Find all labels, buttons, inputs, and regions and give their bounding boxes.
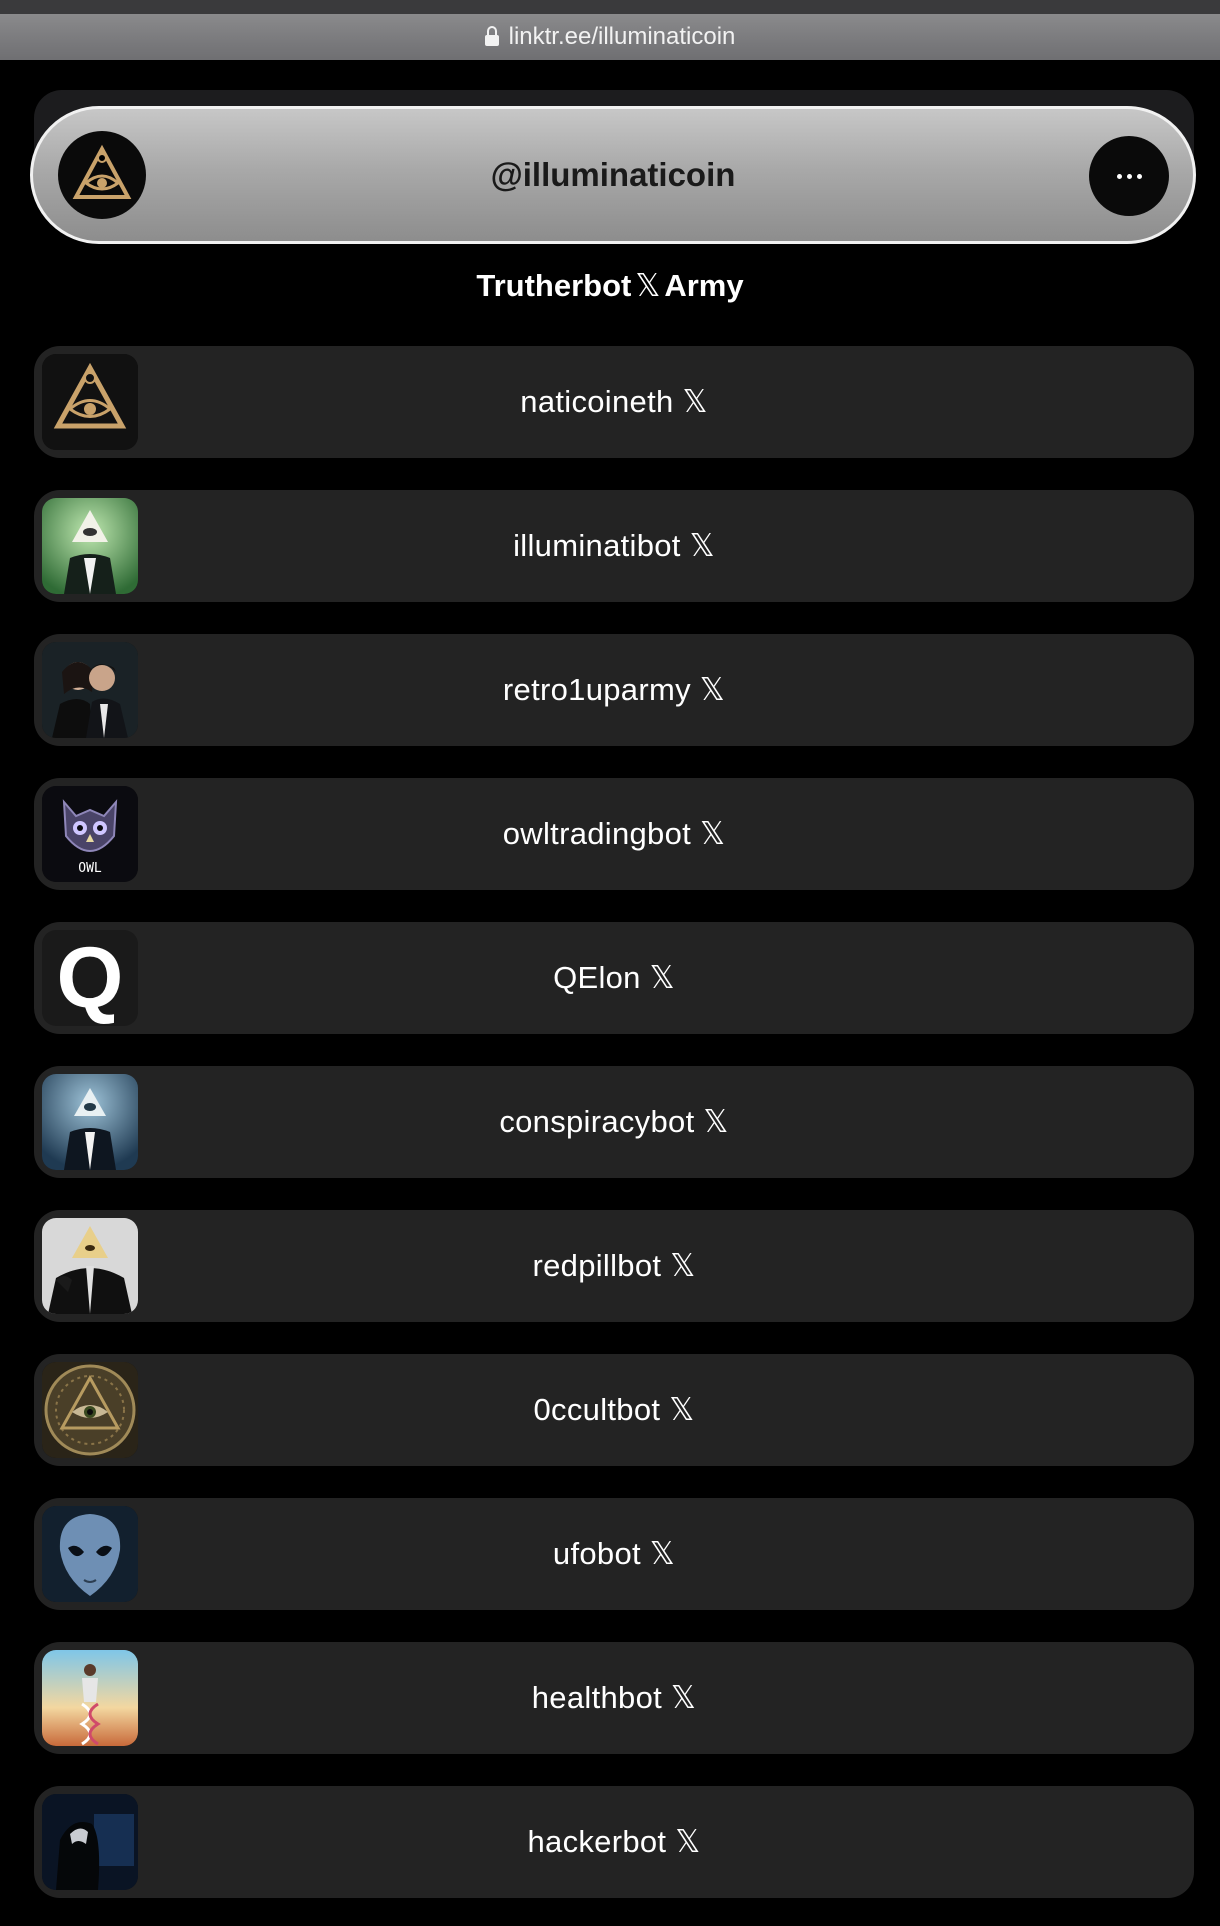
- more-options-button[interactable]: [1089, 136, 1169, 216]
- link-label: retro1uparmy 𝕏: [502, 672, 726, 707]
- link-healthbot[interactable]: healthbot 𝕏: [34, 1642, 1194, 1754]
- browser-url-bar: linktr.ee/illuminaticoin: [0, 0, 1220, 75]
- link-retro1uparmy[interactable]: retro1uparmy 𝕏: [34, 634, 1194, 746]
- link-label: hackerbot 𝕏: [527, 1824, 701, 1859]
- link-label: illuminatibot 𝕏: [513, 528, 715, 563]
- page: linktr.ee/illuminaticoin @illuminaticoin…: [0, 0, 1220, 1926]
- section-heading-text-2: Army: [664, 268, 744, 303]
- profile-handle: @illuminaticoin: [490, 156, 736, 193]
- link-label: healthbot 𝕏: [531, 1680, 697, 1715]
- link-conspiracybot[interactable]: conspiracybot 𝕏: [34, 1066, 1194, 1178]
- link-hackerbot[interactable]: hackerbot 𝕏: [34, 1786, 1194, 1898]
- link-owltradingbot[interactable]: OWL owltradingbot 𝕏: [34, 778, 1194, 890]
- link-qelon[interactable]: Q QElon 𝕏: [34, 922, 1194, 1034]
- x-logo-icon: 𝕏: [635, 268, 661, 304]
- link-label: 0ccultbot 𝕏: [533, 1392, 695, 1427]
- more-icon: [1116, 173, 1122, 179]
- link-label: naticoineth 𝕏: [520, 384, 708, 419]
- link-label: redpillbot 𝕏: [532, 1248, 696, 1283]
- link-naticoineth[interactable]: naticoineth 𝕏: [34, 346, 1194, 458]
- address-text: linktr.ee/illuminaticoin: [508, 23, 736, 50]
- link-illuminatibot[interactable]: illuminatibot 𝕏: [34, 490, 1194, 602]
- section-heading: Trutherbot 𝕏 Army: [0, 268, 1220, 304]
- link-label: conspiracybot 𝕏: [499, 1104, 729, 1139]
- link-list: naticoineth 𝕏 illuminatibot 𝕏 retro1upar…: [34, 346, 1194, 1926]
- link-label: QElon 𝕏: [553, 960, 675, 995]
- link-label: ufobot 𝕏: [552, 1536, 676, 1571]
- link-0ccultbot[interactable]: 0ccultbot 𝕏: [34, 1354, 1194, 1466]
- address-field[interactable]: linktr.ee/illuminaticoin: [0, 14, 1220, 60]
- browser-chrome: [0, 0, 1220, 14]
- link-label: owltradingbot 𝕏: [502, 816, 726, 851]
- link-ufobot[interactable]: ufobot 𝕏: [34, 1498, 1194, 1610]
- link-redpillbot[interactable]: redpillbot 𝕏: [34, 1210, 1194, 1322]
- lock-icon: [484, 26, 499, 47]
- section-heading-text: Trutherbot: [476, 268, 632, 303]
- profile-header: @illuminaticoin: [30, 106, 1196, 244]
